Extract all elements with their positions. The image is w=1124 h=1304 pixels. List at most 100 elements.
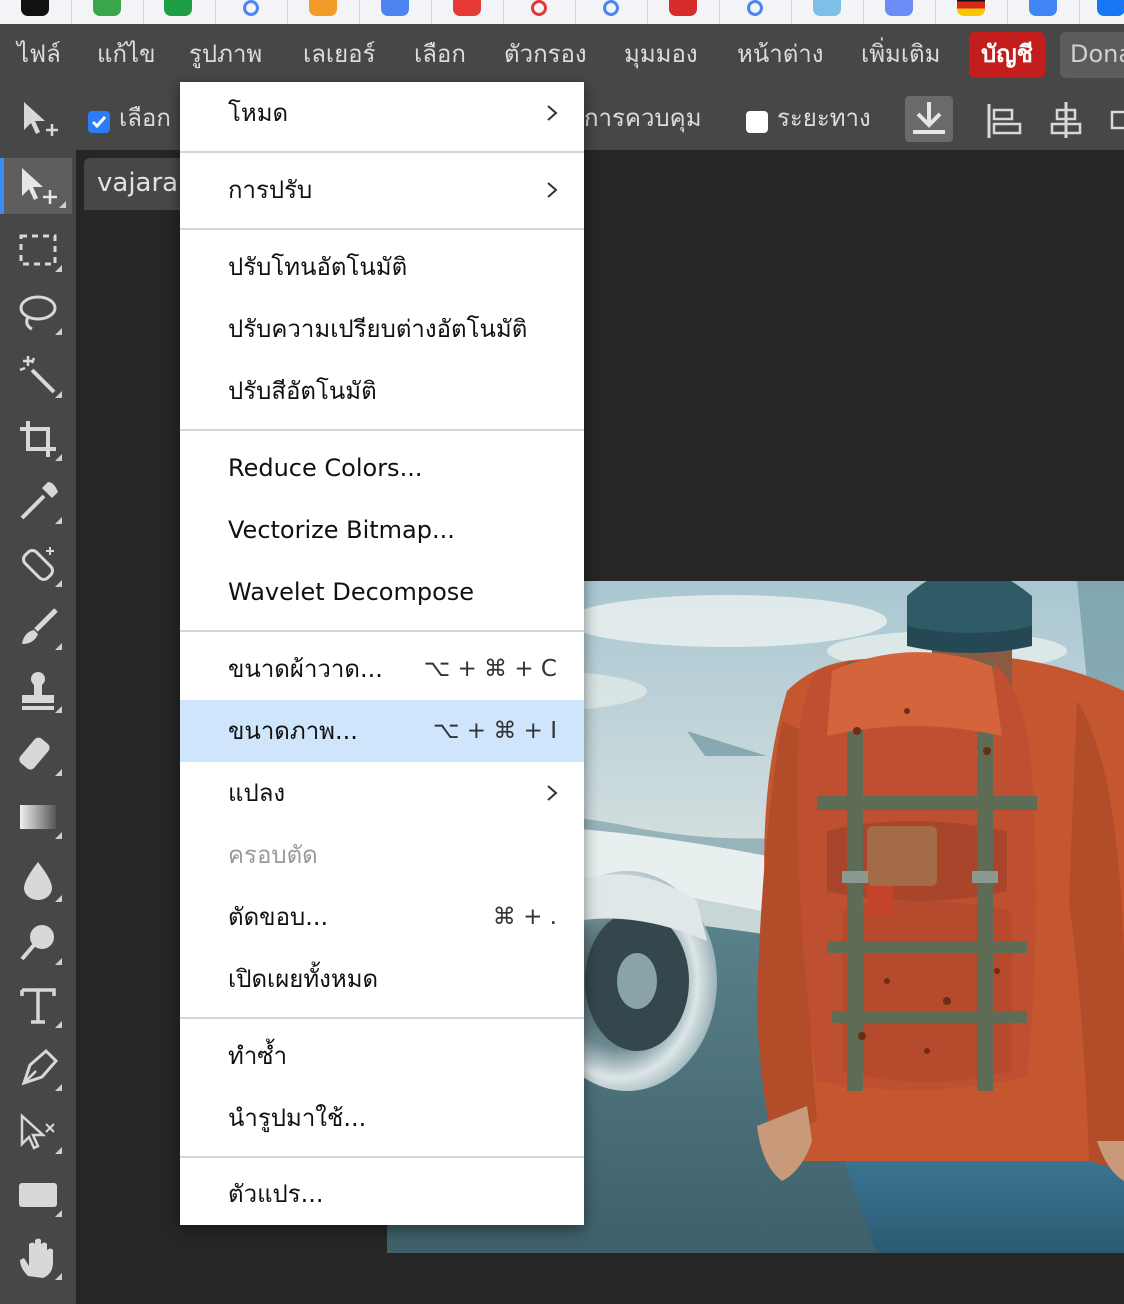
bookmark-icon[interactable] [380, 0, 410, 16]
menu-view[interactable]: มุมมอง [624, 24, 698, 86]
menu-separator [180, 151, 584, 153]
menu-item-apply-image[interactable]: นำรูปมาใช้... [180, 1087, 584, 1149]
tools-panel [0, 150, 76, 1304]
bookmark-icon[interactable] [20, 0, 50, 16]
menu-edit[interactable]: แก้ไข [97, 24, 155, 86]
menu-item-wavelet-decompose[interactable]: Wavelet Decompose [180, 561, 584, 623]
dodge-tool[interactable] [8, 915, 68, 971]
shortcut-text: ⌥ + ⌘ + I [432, 718, 557, 744]
shortcut-text: ⌘ + . [492, 904, 557, 930]
move-tool-icon[interactable] [20, 100, 64, 140]
move-tool[interactable] [0, 158, 72, 214]
blur-tool[interactable] [8, 852, 68, 908]
bookmarks-bar [0, 0, 1124, 25]
account-button[interactable]: บัญชี [969, 32, 1045, 78]
bookmark-icon[interactable] [92, 0, 122, 16]
menu-item-label: การปรับ [228, 176, 313, 204]
menu-filter[interactable]: ตัวกรอง [504, 24, 587, 86]
menu-item-reveal-all[interactable]: เปิดเผยทั้งหมด [180, 948, 584, 1010]
menu-item-reduce-colors[interactable]: Reduce Colors... [180, 437, 584, 499]
menu-window[interactable]: หน้าต่าง [737, 24, 823, 86]
menu-item-transform[interactable]: แปลง [180, 762, 584, 824]
menu-item-duplicate[interactable]: ทำซ้ำ [180, 1025, 584, 1087]
menu-item-label: ตัวแปร... [228, 1180, 324, 1208]
menu-separator [180, 630, 584, 632]
gradient-tool[interactable] [8, 789, 68, 845]
pen-tool[interactable] [8, 1041, 68, 1097]
menu-item-label: ครอบตัด [228, 841, 318, 869]
bookmark-icon[interactable] [308, 0, 338, 16]
bookmark-icon[interactable] [740, 0, 770, 16]
menu-item-label: ปรับสีอัตโนมัติ [228, 377, 377, 405]
distance-checkbox[interactable] [746, 111, 768, 133]
clone-stamp-tool[interactable] [8, 663, 68, 719]
bookmark-icon[interactable] [812, 0, 842, 16]
bookmark-icon[interactable] [236, 0, 266, 16]
menu-layer[interactable]: เลเยอร์ [303, 24, 375, 86]
bookmark-icon[interactable] [452, 0, 482, 16]
align-right-icon[interactable] [1106, 100, 1124, 140]
path-select-tool[interactable] [8, 1104, 68, 1160]
eyedropper-tool[interactable] [8, 474, 68, 530]
align-center-icon[interactable] [1046, 100, 1086, 140]
menu-item-label: ทำซ้ำ [228, 1042, 288, 1070]
hand-tool[interactable] [8, 1230, 68, 1286]
healing-brush-tool[interactable] [8, 537, 68, 593]
shortcut-text: ⌥ + ⌘ + C [423, 656, 557, 682]
menu-item-label: ปรับโทนอัตโนมัติ [228, 253, 408, 281]
donate-button[interactable]: Dona [1060, 32, 1124, 78]
bookmark-icon[interactable] [668, 0, 698, 16]
auto-select-label: เลือก [119, 104, 171, 132]
bookmark-icon[interactable] [163, 0, 193, 16]
menu-item-auto-contrast[interactable]: ปรับความเปรียบต่างอัตโนมัติ [180, 298, 584, 360]
align-left-icon[interactable] [985, 100, 1025, 140]
chevron-right-icon [546, 159, 560, 221]
menu-separator [180, 228, 584, 230]
marquee-tool[interactable] [8, 222, 68, 278]
chevron-right-icon [546, 82, 560, 144]
menu-item-trim[interactable]: ตัดขอบ... ⌘ + . [180, 886, 584, 948]
menu-select[interactable]: เลือก [414, 24, 466, 86]
menu-item-auto-tone[interactable]: ปรับโทนอัตโนมัติ [180, 236, 584, 298]
download-icon[interactable] [905, 96, 953, 142]
type-tool[interactable] [8, 978, 68, 1034]
menu-item-label: นำรูปมาใช้... [228, 1104, 367, 1132]
menu-item-label: Wavelet Decompose [228, 578, 475, 606]
menu-item-vectorize-bitmap[interactable]: Vectorize Bitmap... [180, 499, 584, 561]
bookmark-icon[interactable] [1096, 0, 1124, 16]
lasso-tool[interactable] [8, 285, 68, 341]
menu-separator [180, 429, 584, 431]
transform-controls-label: การควบคุม [584, 104, 702, 132]
menu-file[interactable]: ไฟล์ [17, 24, 61, 86]
bookmark-icon[interactable] [956, 0, 986, 16]
menu-item-label: Reduce Colors... [228, 454, 423, 482]
bookmark-icon[interactable] [524, 0, 554, 16]
crop-tool[interactable] [8, 411, 68, 467]
menu-item-adjustments[interactable]: การปรับ [180, 159, 584, 221]
bookmark-icon[interactable] [596, 0, 626, 16]
menu-bar: ไฟล์ แก้ไข รูปภาพ เลเยอร์ เลือก ตัวกรอง … [0, 24, 1124, 86]
menu-item-label: โหมด [228, 99, 289, 127]
menu-item-canvas-size[interactable]: ขนาดผ้าวาด... ⌥ + ⌘ + C [180, 638, 584, 700]
menu-item-label: Vectorize Bitmap... [228, 516, 455, 544]
menu-item-mode[interactable]: โหมด [180, 82, 584, 144]
menu-more[interactable]: เพิ่มเติม [861, 24, 940, 86]
bookmark-icon[interactable] [884, 0, 914, 16]
auto-select-checkbox[interactable] [88, 111, 110, 133]
magic-wand-tool[interactable] [8, 348, 68, 404]
shape-tool[interactable] [8, 1167, 68, 1223]
menu-item-label: ขนาดภาพ... [228, 717, 358, 745]
chevron-right-icon [546, 762, 560, 824]
menu-separator [180, 1156, 584, 1158]
menu-item-variables[interactable]: ตัวแปร... [180, 1163, 584, 1225]
menu-item-label: เปิดเผยทั้งหมด [228, 965, 379, 993]
menu-item-image-size[interactable]: ขนาดภาพ... ⌥ + ⌘ + I [180, 700, 584, 762]
menu-image[interactable]: รูปภาพ [189, 24, 262, 86]
menu-item-auto-color[interactable]: ปรับสีอัตโนมัติ [180, 360, 584, 422]
menu-item-label: ปรับความเปรียบต่างอัตโนมัติ [228, 315, 528, 343]
brush-tool[interactable] [8, 600, 68, 656]
eraser-tool[interactable] [8, 726, 68, 782]
image-menu-dropdown: โหมด การปรับ ปรับโทนอัตโนมัติ ปรับความเป… [180, 82, 584, 1225]
bookmark-icon[interactable] [1028, 0, 1058, 16]
distance-label: ระยะทาง [777, 104, 871, 132]
